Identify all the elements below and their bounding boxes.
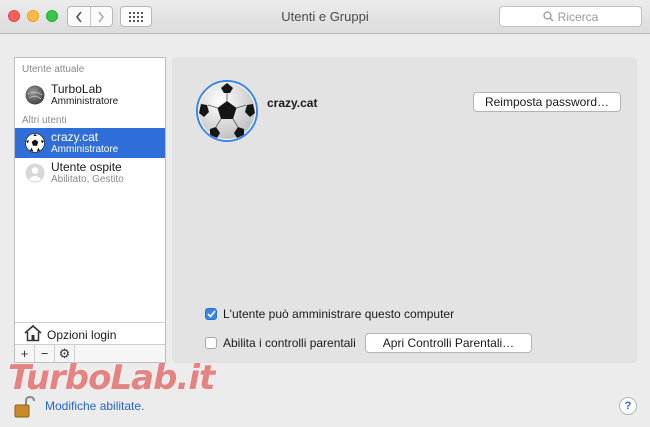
soccer-ball-avatar bbox=[25, 133, 45, 153]
current-user-section-label: Utente attuale bbox=[22, 64, 85, 75]
help-button[interactable]: ? bbox=[619, 397, 637, 415]
user-name: Utente ospite bbox=[51, 160, 122, 174]
show-all-button[interactable] bbox=[120, 6, 152, 27]
users-sidebar: Utente attuale TurboLab Amministratore A… bbox=[14, 57, 166, 363]
back-button[interactable] bbox=[68, 7, 90, 26]
lock-status-text: Modifiche abilitate. bbox=[45, 399, 145, 413]
user-name: crazy.cat bbox=[51, 130, 99, 144]
forward-button[interactable] bbox=[89, 7, 113, 26]
grid-icon bbox=[129, 11, 143, 22]
user-picture[interactable] bbox=[196, 80, 258, 142]
title-bar: Utenti e Gruppi Ricerca bbox=[0, 0, 650, 34]
turbolab-avatar bbox=[25, 85, 45, 105]
user-row-crazy-cat[interactable]: crazy.cat Amministratore bbox=[15, 128, 165, 158]
question-mark-icon: ? bbox=[624, 400, 632, 412]
selected-username: crazy.cat bbox=[267, 96, 318, 110]
user-role: Amministratore bbox=[51, 96, 119, 107]
minimize-window-button[interactable] bbox=[27, 10, 39, 22]
parental-checkbox-row[interactable]: Abilita i controlli parentali bbox=[205, 336, 356, 350]
login-options-item[interactable]: Opzioni login bbox=[15, 322, 165, 344]
user-row-guest[interactable]: Utente ospite Abilitato, Gestito bbox=[15, 158, 165, 188]
lock-icon[interactable] bbox=[12, 395, 38, 419]
other-users-section-label: Altri utenti bbox=[22, 115, 67, 126]
admin-checkbox-row[interactable]: L'utente può amministrare questo compute… bbox=[205, 307, 454, 321]
user-name: TurboLab bbox=[51, 82, 102, 96]
parental-checkbox-label: Abilita i controlli parentali bbox=[223, 336, 356, 350]
login-options-label: Opzioni login bbox=[47, 328, 117, 342]
user-role: Amministratore bbox=[51, 144, 119, 155]
close-window-button[interactable] bbox=[8, 10, 20, 22]
checkmark-icon bbox=[206, 310, 216, 318]
watermark-logo: TurboLab.it bbox=[8, 358, 215, 398]
soccer-ball-icon bbox=[199, 83, 255, 139]
search-placeholder: Ricerca bbox=[557, 9, 599, 24]
house-icon bbox=[24, 324, 42, 342]
chevron-left-icon bbox=[75, 11, 82, 22]
search-icon bbox=[543, 11, 554, 22]
parental-controls-checkbox[interactable] bbox=[205, 337, 217, 349]
chevron-right-icon bbox=[98, 11, 105, 22]
navigation-buttons bbox=[67, 6, 113, 27]
window-title: Utenti e Gruppi bbox=[281, 9, 369, 24]
open-parental-controls-button[interactable]: Apri Controlli Parentali… bbox=[365, 333, 532, 353]
user-role: Abilitato, Gestito bbox=[51, 174, 124, 185]
guest-user-icon bbox=[25, 163, 45, 183]
user-row-turbolab[interactable]: TurboLab Amministratore bbox=[15, 80, 165, 110]
reset-password-button[interactable]: Reimposta password… bbox=[473, 92, 621, 112]
admin-checkbox[interactable] bbox=[205, 308, 217, 320]
search-field[interactable]: Ricerca bbox=[499, 6, 642, 27]
zoom-window-button[interactable] bbox=[46, 10, 58, 22]
admin-checkbox-label: L'utente può amministrare questo compute… bbox=[223, 307, 455, 321]
